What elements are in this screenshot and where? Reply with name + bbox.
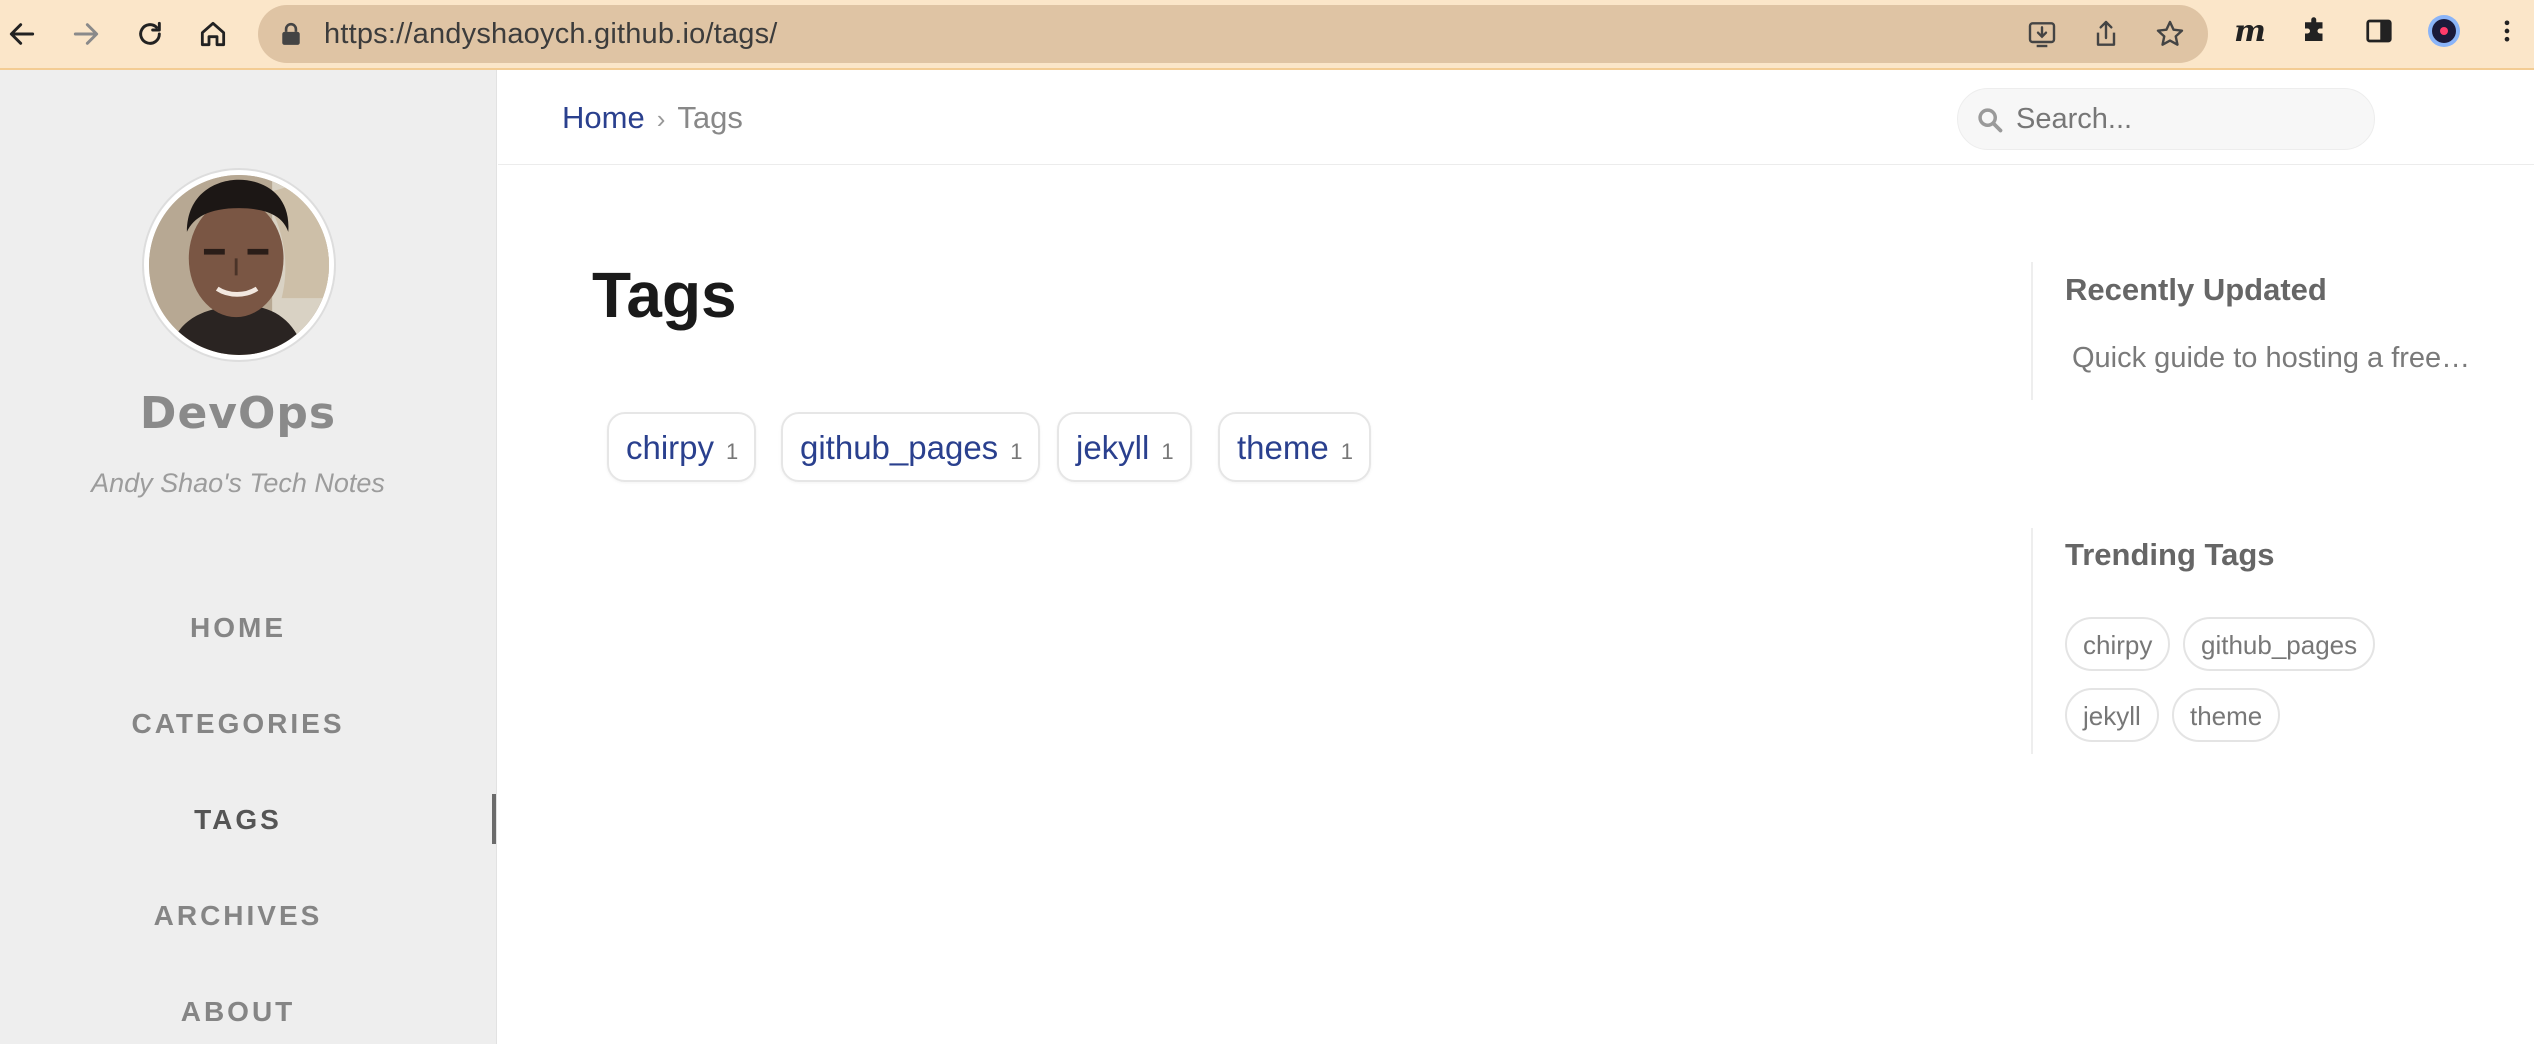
breadcrumb: Home › Tags [562, 70, 743, 165]
share-icon[interactable] [2090, 18, 2122, 50]
star-icon[interactable] [2154, 18, 2186, 50]
search-input[interactable] [2016, 89, 2356, 149]
recently-updated-heading: Recently Updated [2065, 272, 2327, 307]
arrow-left-icon[interactable] [2, 14, 42, 54]
side-panel-icon[interactable] [2362, 14, 2396, 48]
trending-tags-heading: Trending Tags [2065, 537, 2275, 572]
tag-count: 1 [1010, 439, 1023, 464]
reload-icon[interactable] [130, 14, 170, 54]
browser-toolbar: https://andyshaoych.github.io/tags/ m [0, 0, 2534, 70]
tag-chirpy[interactable]: chirpy 1 [607, 412, 757, 482]
tag-name[interactable]: chirpy [626, 429, 714, 466]
puzzle-icon[interactable] [2298, 14, 2332, 48]
install-app-icon[interactable] [2026, 18, 2058, 50]
breadcrumb-separator: › [656, 104, 666, 134]
avatar[interactable] [144, 170, 334, 360]
site-title[interactable]: DevOps [0, 388, 476, 439]
home-icon[interactable] [193, 14, 233, 54]
recent-post-link[interactable]: Quick guide to hosting a free blog on Gi… [2072, 342, 2472, 375]
tag-count: 1 [1161, 439, 1174, 464]
tag-name[interactable]: jekyll [1076, 429, 1149, 466]
panel-divider [2031, 528, 2033, 754]
sidebar: DevOps Andy Shao's Tech Notes HOME CATEG… [0, 70, 497, 1044]
address-bar[interactable]: https://andyshaoych.github.io/tags/ [258, 5, 2208, 63]
tag-name[interactable]: theme [1237, 429, 1329, 466]
url-text[interactable]: https://andyshaoych.github.io/tags/ [324, 5, 778, 63]
kebab-menu-icon[interactable] [2490, 14, 2524, 48]
panel-divider [2031, 262, 2033, 400]
search-box[interactable] [1957, 88, 2375, 150]
sidebar-item-about[interactable]: ABOUT [0, 996, 476, 1028]
trending-tag-chirpy[interactable]: chirpy [2065, 617, 2171, 671]
lock-icon[interactable] [280, 22, 302, 46]
arrow-right-icon[interactable] [66, 14, 106, 54]
sidebar-item-archives[interactable]: ARCHIVES [0, 900, 476, 932]
page-title: Tags [592, 259, 737, 331]
tag-github-pages[interactable]: github_pages 1 [781, 412, 1041, 482]
topbar: Home › Tags [498, 70, 2534, 165]
tag-name[interactable]: github_pages [800, 429, 998, 466]
breadcrumb-current: Tags [677, 100, 743, 135]
breadcrumb-home-link[interactable]: Home [562, 100, 645, 135]
tag-jekyll[interactable]: jekyll 1 [1057, 412, 1192, 482]
profile-avatar-icon[interactable] [2427, 14, 2461, 48]
tag-theme[interactable]: theme 1 [1218, 412, 1371, 482]
tag-count: 1 [726, 439, 739, 464]
search-icon [1978, 108, 2003, 133]
sidebar-item-categories[interactable]: CATEGORIES [0, 708, 476, 740]
active-nav-indicator [492, 794, 496, 844]
tag-count: 1 [1340, 439, 1353, 464]
m-extension-icon[interactable]: m [2233, 14, 2267, 49]
sidebar-item-home[interactable]: HOME [0, 612, 476, 644]
trending-tag-github-pages[interactable]: github_pages [2183, 617, 2376, 671]
site-subtitle: Andy Shao's Tech Notes [91, 468, 385, 498]
sidebar-item-tags[interactable]: TAGS [0, 804, 476, 836]
trending-tag-jekyll[interactable]: jekyll [2065, 688, 2159, 742]
trending-tag-theme[interactable]: theme [2172, 688, 2281, 742]
